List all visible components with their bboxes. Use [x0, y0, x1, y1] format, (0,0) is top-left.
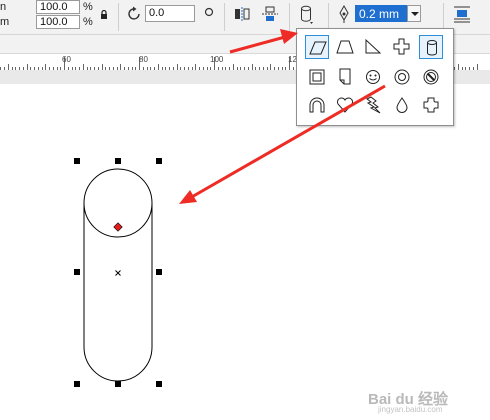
selection-handle-bottom-right[interactable] [156, 381, 162, 387]
percent-y: % [83, 16, 93, 28]
no-symbol-icon [423, 69, 439, 85]
selection-handle-right[interactable] [156, 269, 162, 275]
shape-trapezoid[interactable] [333, 35, 357, 59]
shape-smiley[interactable] [361, 65, 385, 89]
shape-folded-page[interactable] [333, 65, 357, 89]
trapezoid-icon [336, 40, 354, 54]
selection-handle-left[interactable] [74, 269, 80, 275]
rotate-icon [128, 6, 140, 20]
shape-no-symbol[interactable] [419, 65, 443, 89]
folded-page-icon [339, 68, 351, 85]
lightning-icon [366, 96, 381, 114]
outline-width-input[interactable]: 0.2 mm [355, 5, 407, 22]
heart-icon [337, 97, 353, 113]
shape-cross[interactable] [390, 35, 414, 59]
shape-cylinder[interactable] [419, 35, 443, 59]
drawing-canvas[interactable] [0, 84, 490, 420]
scale-y-label: m [0, 16, 10, 28]
arch-icon [309, 97, 325, 113]
shape-teardrop[interactable] [390, 93, 414, 117]
shape-ring[interactable] [390, 65, 414, 89]
ring-icon [394, 69, 410, 85]
perfect-shapes-icon[interactable] [300, 5, 314, 25]
right-triangle-icon [365, 38, 382, 54]
selection-handle-top[interactable] [115, 158, 121, 164]
cylinder-shape[interactable] [83, 168, 153, 382]
lock-icon[interactable] [100, 10, 108, 19]
percent-x: % [83, 1, 93, 13]
selection-handle-bottom[interactable] [115, 381, 121, 387]
cross-icon [393, 38, 410, 55]
mirror-vertical-icon[interactable] [261, 6, 279, 24]
ruler-label-80: 80 [139, 55, 148, 64]
cylinder-icon [427, 40, 437, 56]
ruler-label-60: 60 [62, 55, 71, 64]
scale-y-input[interactable]: 100.0 [36, 15, 80, 29]
shape-arch[interactable] [305, 93, 329, 117]
smiley-icon [366, 70, 380, 84]
shape-heart[interactable] [333, 93, 357, 117]
selection-handle-top-right[interactable] [156, 158, 162, 164]
scale-x-input[interactable]: 100.0 [36, 0, 80, 14]
circle-icon[interactable] [204, 7, 214, 17]
ruler-label-100: 100 [210, 55, 224, 64]
scale-x-label: n [0, 1, 7, 13]
outline-width-dropdown[interactable] [407, 5, 421, 22]
shape-right-triangle[interactable] [361, 35, 385, 59]
selection-handle-bottom-left[interactable] [74, 381, 80, 387]
selection-handle-top-left[interactable] [74, 158, 80, 164]
basic-shapes-palette [296, 28, 454, 126]
frame-icon [309, 69, 325, 85]
rotation-input[interactable]: 0.0 [145, 5, 195, 22]
pen-nib-icon [339, 5, 349, 23]
teardrop-icon [396, 97, 408, 113]
mirror-horizontal-icon[interactable] [233, 6, 251, 24]
shape-lightning[interactable] [361, 93, 385, 117]
shape-frame[interactable] [305, 65, 329, 89]
shape-octagon-plus[interactable] [419, 93, 443, 117]
shape-parallelogram[interactable] [305, 35, 329, 59]
wrap-text-icon[interactable] [453, 5, 471, 23]
octagon-plus-icon [423, 97, 439, 113]
baidu-watermark-url: jingyan.baidu.com [378, 405, 443, 414]
parallelogram-icon [309, 41, 327, 55]
